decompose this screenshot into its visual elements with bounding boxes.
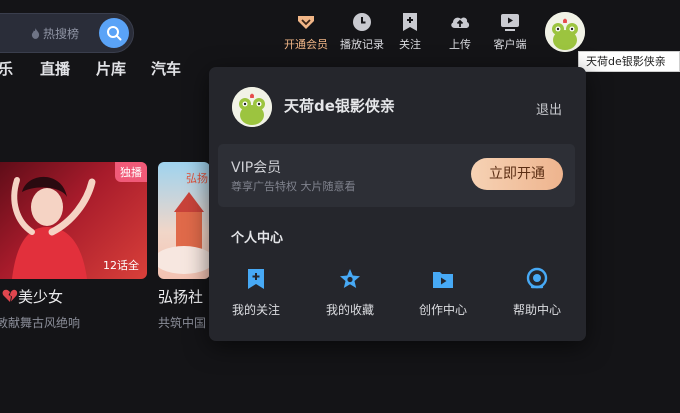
my-follow-label: 我的关注	[231, 303, 280, 317]
search-bar[interactable]: 热搜榜	[0, 13, 134, 53]
folder-play-icon	[433, 272, 453, 288]
vip-heart-icon	[298, 16, 314, 29]
flame-icon	[31, 28, 40, 39]
page: 热搜榜 开通会员 播放记录 关注 上传 客户端 天荷de银影侠亲 乐 直播 片库…	[0, 0, 680, 413]
broken-heart-icon	[2, 289, 18, 302]
help-center-label: 帮助中心	[512, 303, 561, 317]
clock-icon	[353, 13, 371, 31]
headset-icon	[526, 267, 548, 289]
frog-avatar-icon	[545, 12, 585, 52]
category-tab[interactable]: 乐	[0, 58, 13, 79]
video-title-text: 美少女	[18, 288, 64, 306]
hot-search-link[interactable]: 热搜榜	[31, 25, 79, 42]
svg-text:弘扬: 弘扬	[186, 171, 208, 185]
episode-count: 12话全	[103, 259, 139, 272]
nav-vip[interactable]: 开通会员	[278, 11, 334, 52]
dropdown-avatar[interactable]	[232, 87, 272, 127]
video-subtitle: 共筑中国	[158, 316, 207, 330]
my-favorites-item[interactable]: 我的收藏	[315, 267, 385, 318]
bookmark-plus-icon	[403, 13, 417, 31]
video-title[interactable]: 美少女	[2, 286, 63, 307]
video-title[interactable]: 弘扬社	[158, 286, 203, 307]
nav-upload[interactable]: 上传	[432, 11, 488, 52]
creator-center-label: 创作中心	[418, 303, 467, 317]
category-tab[interactable]: 汽车	[151, 58, 181, 79]
creator-center-item[interactable]: 创作中心	[408, 267, 478, 318]
search-icon	[107, 26, 122, 41]
video-subtitle: 敦献舞古风绝响	[0, 316, 81, 330]
nav-upload-label: 上传	[449, 38, 471, 51]
category-tab[interactable]: 片库	[96, 58, 126, 79]
star-icon	[340, 269, 360, 288]
my-follow-item[interactable]: 我的关注	[221, 267, 291, 318]
username-tooltip: 天荷de银影侠亲	[578, 51, 680, 72]
nav-follow[interactable]: 关注	[382, 11, 438, 52]
open-vip-button[interactable]: 立即开通	[471, 158, 563, 190]
user-dropdown: 天荷de银影侠亲 退出 VIP会员 尊享广告特权 大片随意看 立即开通 个人中心…	[209, 67, 586, 341]
exclusive-badge: 独播	[115, 162, 147, 182]
dropdown-username[interactable]: 天荷de银影侠亲	[284, 95, 395, 116]
nav-follow-label: 关注	[399, 38, 421, 51]
cloud-upload-icon	[451, 17, 470, 28]
logout-button[interactable]: 退出	[536, 99, 562, 118]
vip-description: 尊享广告特权 大片随意看	[231, 180, 356, 193]
castle-illustration: 弘扬	[158, 171, 210, 274]
nav-client[interactable]: 客户端	[482, 11, 538, 52]
frog-avatar-icon	[232, 87, 272, 127]
video-thumbnail[interactable]: 独播 12话全	[0, 162, 147, 279]
tv-play-icon	[501, 14, 519, 31]
vip-title: VIP会员	[231, 160, 282, 176]
search-button[interactable]	[99, 18, 129, 48]
nav-vip-label: 开通会员	[284, 38, 328, 51]
help-center-item[interactable]: 帮助中心	[502, 267, 572, 318]
personal-center-title: 个人中心	[231, 231, 284, 246]
bookmark-plus-icon	[248, 269, 264, 289]
hot-search-label: 热搜榜	[43, 27, 80, 41]
user-avatar[interactable]	[545, 12, 585, 52]
video-thumbnail[interactable]: 弘扬	[158, 162, 210, 279]
vip-panel: VIP会员 尊享广告特权 大片随意看 立即开通	[218, 144, 575, 207]
category-tab[interactable]: 直播	[40, 58, 70, 79]
nav-client-label: 客户端	[493, 38, 527, 51]
my-favorites-label: 我的收藏	[325, 303, 374, 317]
